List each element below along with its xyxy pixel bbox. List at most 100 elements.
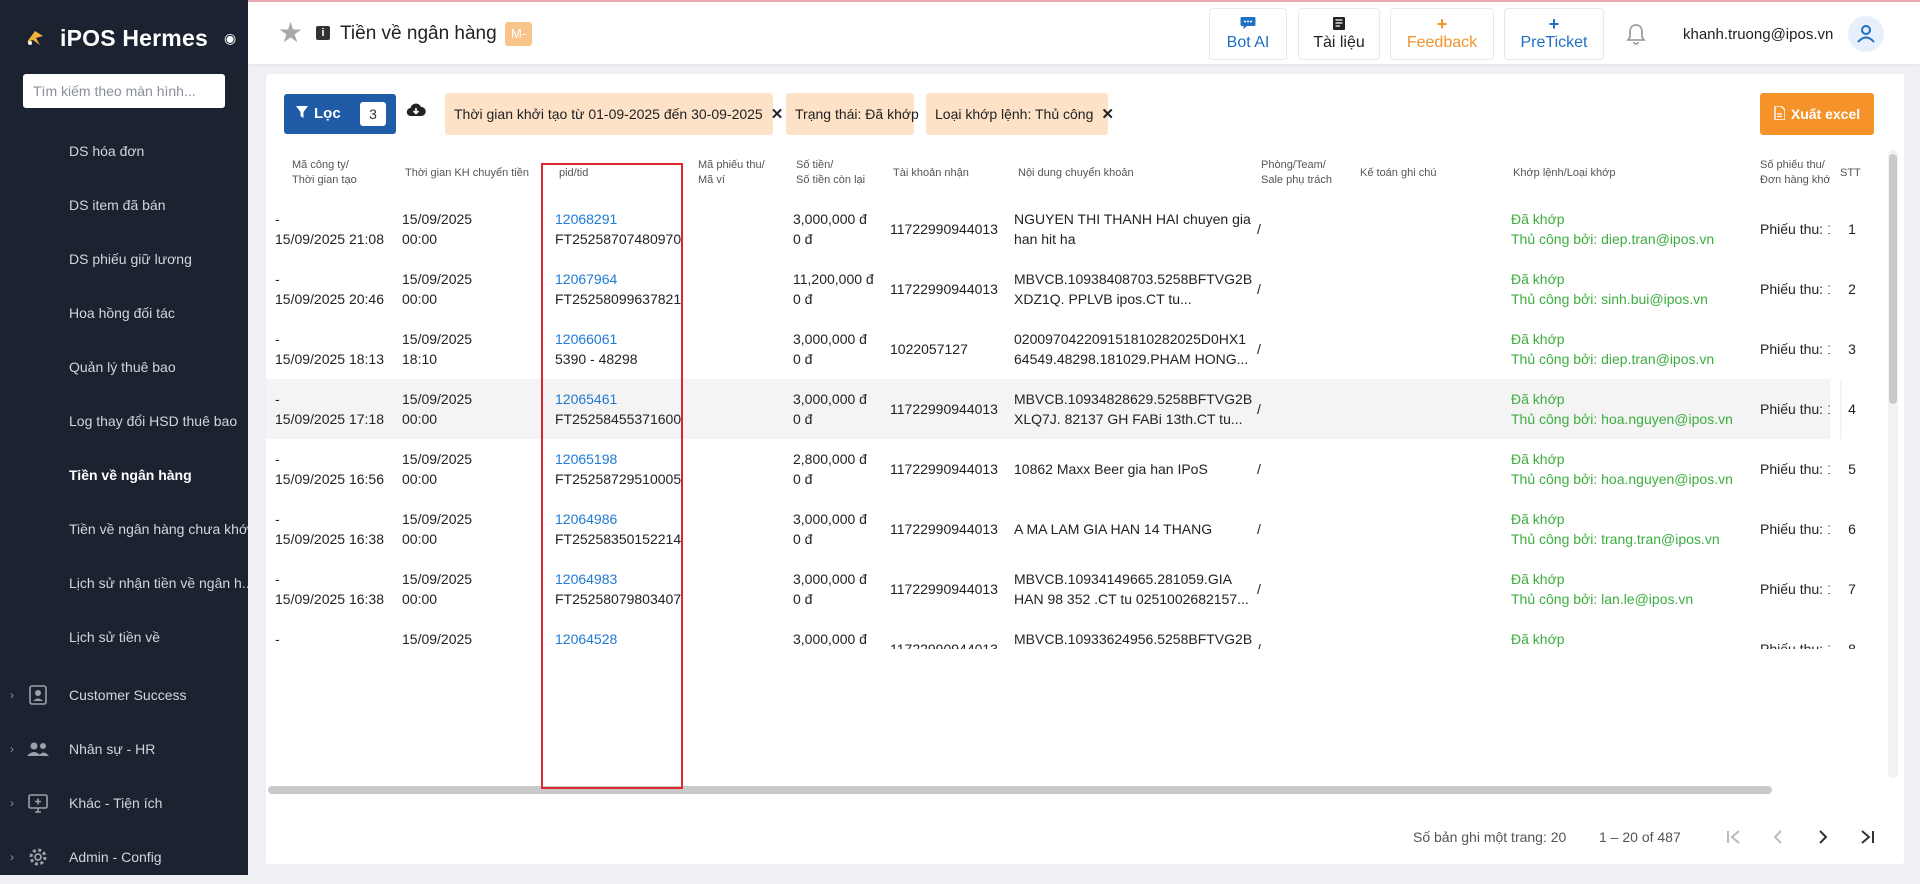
filter-button[interactable]: Lọc 3	[284, 94, 396, 134]
table-cell: MBVCB.10933624956.5258BFTVG2BVH2W4. labo…	[1014, 619, 1253, 649]
header-line: Số tiền/	[796, 159, 834, 171]
cell-value: 15/09/2025 20:46	[275, 291, 384, 307]
table-cell: MBVCB.10938408703.5258BFTVG2B XDZ1Q. PPLV…	[1014, 259, 1252, 319]
pid-link[interactable]: 12066061	[555, 329, 638, 349]
export-excel-button[interactable]: Xuất excel	[1760, 93, 1874, 135]
table-row[interactable]: - 15/09/2025 20:46 15/09/2025 00:00 12067964…	[266, 259, 1862, 320]
cell-value: 15/09/2025 21:08	[275, 231, 384, 247]
bell-icon[interactable]	[1624, 22, 1648, 46]
sidebar-toggle-icon[interactable]: ◉	[224, 30, 236, 47]
table-row[interactable]: - 15/09/2025 16:38 15/09/2025 00:00 12064986…	[266, 499, 1862, 560]
horizontal-scrollbar-thumb[interactable]	[268, 786, 1772, 794]
feedback-button[interactable]: + Feedback	[1390, 8, 1494, 60]
user-avatar-icon[interactable]	[1848, 16, 1884, 52]
first-page-icon[interactable]	[1717, 820, 1751, 854]
table-cell: 11722990944013	[890, 619, 998, 649]
table-cell: - 15/09/2025 21:08	[275, 199, 384, 259]
table-cell: /	[1257, 259, 1261, 319]
sidebar-item[interactable]: Lịch sử nhận tiền về ngân h...	[0, 556, 248, 610]
column-header[interactable]: Số phiếu thu/ Đơn hàng khớ	[1760, 147, 1831, 199]
sidebar-item[interactable]: Hoa hồng đối tác	[0, 286, 248, 340]
table-row[interactable]: - 15/09/2025 17:18 15/09/2025 00:00 12065461…	[266, 379, 1862, 440]
cloud-download-icon[interactable]	[406, 102, 428, 122]
sidebar-item[interactable]: DS item đã bán	[0, 178, 248, 232]
per-page-label[interactable]: Số bản ghi một trang: 20	[1413, 829, 1566, 845]
pid-link[interactable]: 12065461	[555, 389, 681, 409]
table-cell: 11722990944013	[890, 439, 998, 499]
table-cell: Phiếu thu:1	[1760, 379, 1835, 439]
column-header[interactable]: Nội dung chuyển khoản	[1018, 147, 1134, 199]
favorite-star-icon[interactable]: ★	[278, 18, 308, 48]
header-line: Khớp lệnh/Loại khớp	[1513, 166, 1616, 179]
gear-icon	[26, 845, 50, 869]
header-line: Số phiếu thu/	[1760, 159, 1825, 171]
sidebar-group-other[interactable]: › Khác - Tiện ích	[0, 776, 248, 830]
cell-value: /	[1257, 461, 1261, 477]
sidebar-item[interactable]: Lịch sử tiền về	[0, 610, 248, 664]
sidebar-search-input[interactable]	[23, 74, 225, 108]
previous-page-icon[interactable]	[1761, 820, 1795, 854]
close-icon[interactable]: ✕	[771, 105, 784, 123]
pid-link[interactable]: 12064983	[555, 569, 681, 589]
pid-link[interactable]: 12065198	[555, 449, 681, 469]
sidebar-item[interactable]: Log thay đổi HSD thuê bao	[0, 394, 248, 448]
table-cell: /	[1257, 559, 1261, 619]
table-cell: 5	[1842, 439, 1862, 499]
people-icon	[26, 737, 50, 761]
next-page-icon[interactable]	[1806, 820, 1840, 854]
header-line: Tài khoản nhận	[893, 166, 969, 179]
table-cell: /	[1257, 439, 1261, 499]
pid-link[interactable]: 12067964	[555, 269, 681, 289]
sidebar-item[interactable]: Tiền về ngân hàng chưa khớp	[0, 502, 248, 556]
cell-value: 020097042209151810282025D0HX1	[1014, 331, 1246, 347]
header-line: pid/tid	[559, 166, 589, 179]
sidebar-group-hr[interactable]: › Nhân sự - HR	[0, 722, 248, 776]
cell-value: Đã khớp	[1511, 271, 1565, 287]
column-header[interactable]: Phòng/Team/ Sale phụ trách	[1261, 147, 1332, 199]
sidebar-item[interactable]: DS phiếu giữ lương	[0, 232, 248, 286]
column-header[interactable]: Thời gian KH chuyển tiền	[405, 147, 529, 199]
table-row[interactable]: -15/09/2025 16:02 15/09/202500:00 12064528…	[266, 619, 1862, 649]
sidebar-item[interactable]: DS hóa đơn	[0, 124, 248, 178]
table-cell: 2	[1842, 259, 1862, 319]
pid-link[interactable]: 12064986	[555, 509, 681, 529]
sidebar-group-customer-success[interactable]: › Customer Success	[0, 668, 248, 722]
last-page-icon[interactable]	[1850, 820, 1884, 854]
user-email[interactable]: khanh.truong@ipos.vn	[1683, 26, 1833, 43]
pid-link[interactable]: 12068291	[555, 209, 681, 229]
transactions-table: Mã công ty/ Thời gian tạo Thời gian KH c…	[266, 147, 1862, 649]
column-header[interactable]: Kế toán ghi chú	[1360, 147, 1436, 199]
cell-value: 15/09/2025 18:13	[275, 351, 384, 367]
header-line: Kế toán ghi chú	[1360, 166, 1437, 179]
bot-ai-button[interactable]: Bot AI	[1209, 8, 1287, 60]
table-row[interactable]: - 15/09/2025 21:08 15/09/2025 00:00 12068291…	[266, 199, 1862, 260]
cell-value: Thủ công bởi: trang.tran@ipos.vn	[1511, 531, 1720, 547]
cell-value: 00:00	[402, 531, 438, 547]
pid-link[interactable]: 12064528	[555, 629, 681, 649]
info-icon[interactable]: i	[316, 26, 330, 40]
cell-value: /	[1257, 641, 1261, 649]
table-header: Mã công ty/ Thời gian tạo Thời gian KH c…	[266, 147, 1862, 200]
sidebar-group-admin[interactable]: › Admin - Config	[0, 830, 248, 884]
table-row[interactable]: - 15/09/2025 16:38 15/09/2025 00:00 12064983…	[266, 559, 1862, 620]
cell-value: Thủ công bởi: lan.le@ipos.vn	[1511, 591, 1694, 607]
column-header[interactable]: STT	[1840, 147, 1861, 199]
column-header[interactable]: pid/tid	[559, 147, 588, 199]
column-header[interactable]: Mã phiếu thu/ Mã ví	[698, 147, 765, 199]
cell-value: Đã khớp	[1511, 631, 1565, 647]
docs-button[interactable]: Tài liệu	[1298, 8, 1380, 60]
sidebar-item[interactable]: Tiền về ngân hàng	[0, 448, 248, 502]
column-header[interactable]: Tài khoản nhận	[893, 147, 969, 199]
close-icon[interactable]: ✕	[1101, 105, 1114, 123]
cell-value: Thủ công bởi: hoa.nguyen@ipos.vn	[1511, 411, 1733, 427]
table-row[interactable]: - 15/09/2025 16:56 15/09/2025 00:00 12065198…	[266, 439, 1862, 500]
cell-value: Phiếu thu:	[1760, 341, 1824, 357]
preticket-button[interactable]: + PreTicket	[1504, 8, 1604, 60]
column-header[interactable]: Khớp lệnh/Loại khớp	[1513, 147, 1616, 199]
column-header[interactable]: Mã công ty/ Thời gian tạo	[292, 147, 357, 199]
vertical-scrollbar-thumb[interactable]	[1889, 154, 1897, 404]
table-row[interactable]: - 15/09/2025 18:13 15/09/2025 18:10 12066061…	[266, 319, 1862, 380]
sidebar-item[interactable]: Quản lý thuê bao	[0, 340, 248, 394]
cell-value: XDZ1Q. PPLVB ipos.CT tu...	[1014, 291, 1192, 307]
column-header[interactable]: Số tiền/ Số tiền còn lại	[796, 147, 865, 199]
